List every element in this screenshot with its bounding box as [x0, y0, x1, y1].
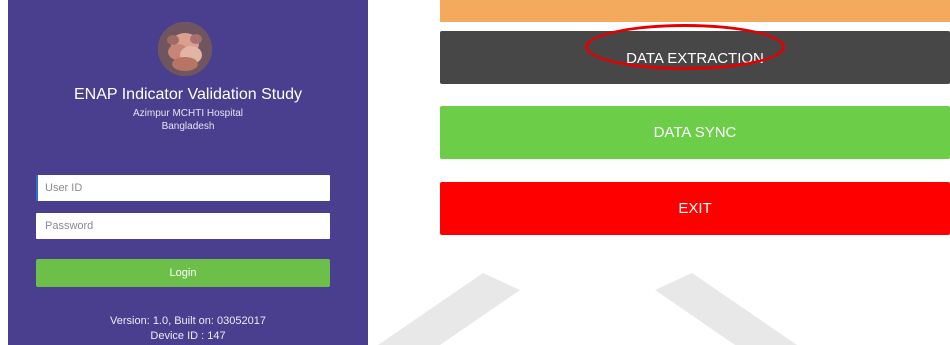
main-menu-screen: DATA EXTRACTION DATA SYNC EXIT	[440, 0, 950, 345]
exit-button[interactable]: EXIT	[440, 182, 950, 235]
country-name: Bangladesh	[161, 121, 215, 132]
hospital-name: Azimpur MCHTI Hospital	[132, 108, 244, 119]
data-sync-button[interactable]: DATA SYNC	[440, 106, 950, 159]
screenshot-composite: ENAP Indicator Validation Study Azimpur …	[0, 0, 950, 345]
data-extraction-button[interactable]: DATA EXTRACTION	[440, 31, 950, 84]
newborn-logo-icon	[158, 22, 212, 76]
study-title: ENAP Indicator Validation Study	[74, 86, 302, 103]
user-id-input[interactable]	[36, 175, 330, 201]
partial-orange-button[interactable]	[440, 0, 950, 22]
version-text: Version: 1.0, Built on: 03052017	[110, 315, 266, 327]
login-screen: ENAP Indicator Validation Study Azimpur …	[8, 0, 368, 345]
password-input[interactable]	[36, 213, 330, 239]
login-button[interactable]: Login	[36, 259, 330, 287]
device-id-text: Device ID : 147	[150, 330, 226, 342]
